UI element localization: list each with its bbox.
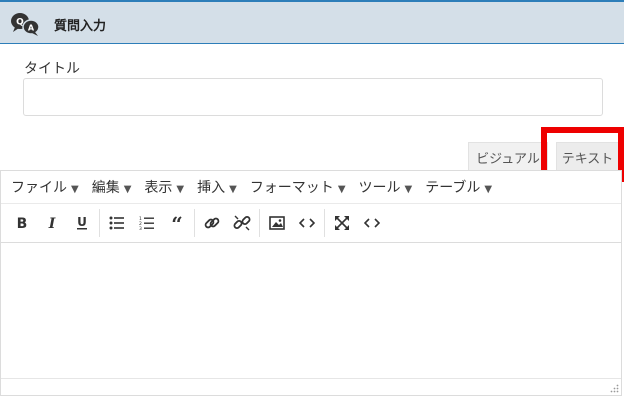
italic-icon[interactable]: I bbox=[37, 208, 67, 238]
editor-statusbar bbox=[1, 378, 621, 395]
menu-file[interactable]: ファイル ▼ bbox=[11, 177, 79, 197]
menu-view[interactable]: 表示 ▼ bbox=[144, 177, 184, 197]
svg-text:3: 3 bbox=[139, 226, 142, 230]
caret-down-icon: ▼ bbox=[229, 184, 237, 195]
caret-down-icon: ▼ bbox=[123, 184, 132, 195]
editor: ファイル ▼ 編集 ▼ 表示 ▼ 挿入 ▼ フォーマット ▼ ツール ▼ テーブル ▼ B I… bbox=[0, 170, 622, 396]
svg-text:“: “ bbox=[171, 216, 183, 230]
blockquote-icon[interactable]: “ bbox=[162, 208, 192, 238]
menu-table[interactable]: テーブル ▼ bbox=[425, 177, 492, 197]
menu-edit[interactable]: 編集 ▼ bbox=[92, 177, 132, 197]
caret-down-icon: ▼ bbox=[71, 184, 79, 195]
editor-content-area[interactable] bbox=[1, 243, 621, 379]
link-icon[interactable] bbox=[197, 208, 227, 238]
svg-text:A: A bbox=[28, 24, 35, 33]
editor-toolbar: B I U 123 “ bbox=[1, 203, 621, 243]
code-icon[interactable] bbox=[292, 208, 322, 238]
toolbar-divider bbox=[99, 209, 100, 237]
resize-handle-icon[interactable] bbox=[609, 383, 619, 393]
underline-icon[interactable]: U bbox=[67, 208, 97, 238]
bold-icon[interactable]: B bbox=[7, 208, 37, 238]
image-icon[interactable] bbox=[262, 208, 292, 238]
title-input[interactable] bbox=[23, 78, 603, 116]
title-field-label: タイトル bbox=[24, 61, 80, 77]
unlink-icon[interactable] bbox=[227, 208, 257, 238]
source-code-icon[interactable] bbox=[357, 208, 387, 238]
toolbar-divider bbox=[194, 209, 195, 237]
menu-tools[interactable]: ツール ▼ bbox=[359, 177, 413, 197]
caret-down-icon: ▼ bbox=[176, 184, 185, 195]
fullscreen-icon[interactable] bbox=[327, 208, 357, 238]
tab-visual[interactable]: ビジュアル bbox=[468, 142, 548, 171]
numbered-list-icon[interactable]: 123 bbox=[132, 208, 162, 238]
form-title: 質問入力 bbox=[54, 19, 107, 34]
menu-insert[interactable]: 挿入 ▼ bbox=[197, 177, 237, 197]
bullet-list-icon[interactable] bbox=[102, 208, 132, 238]
svg-text:B: B bbox=[17, 216, 28, 230]
caret-down-icon: ▼ bbox=[484, 184, 493, 195]
toolbar-divider bbox=[259, 209, 260, 237]
svg-text:I: I bbox=[48, 216, 56, 230]
svg-text:U: U bbox=[77, 215, 87, 229]
caret-down-icon: ▼ bbox=[404, 184, 413, 195]
caret-down-icon: ▼ bbox=[337, 184, 346, 195]
menu-format[interactable]: フォーマット ▼ bbox=[250, 177, 346, 197]
qa-chat-icon: Q A bbox=[9, 10, 45, 38]
tab-text[interactable]: テキスト bbox=[556, 142, 619, 171]
toolbar-divider bbox=[324, 209, 325, 237]
editor-menubar: ファイル ▼ 編集 ▼ 表示 ▼ 挿入 ▼ フォーマット ▼ ツール ▼ テーブル ▼ bbox=[1, 171, 621, 203]
form-header: Q A 質問入力 bbox=[0, 0, 624, 44]
